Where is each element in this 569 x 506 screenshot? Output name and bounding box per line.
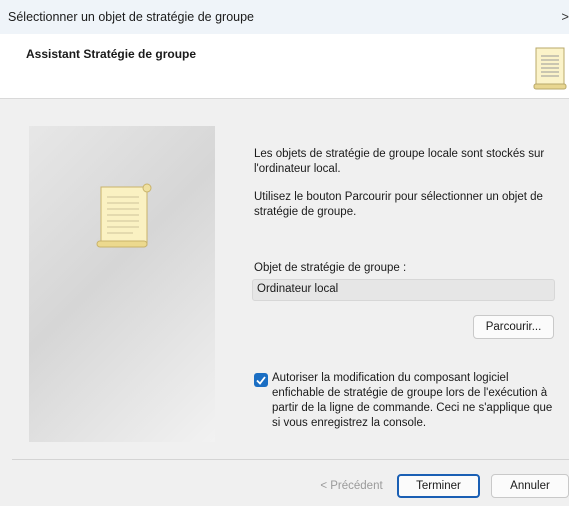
finish-button[interactable]: Terminer xyxy=(397,474,480,498)
wizard-header: Assistant Stratégie de groupe xyxy=(0,34,569,99)
gpo-field: Ordinateur local xyxy=(252,279,555,301)
checkmark-icon xyxy=(256,376,266,385)
wizard-title: Assistant Stratégie de groupe xyxy=(26,47,197,61)
cancel-button[interactable]: Annuler xyxy=(491,474,569,498)
info-browse-hint: Utilisez le bouton Parcourir pour sélect… xyxy=(254,191,543,218)
title-bar: Sélectionner un objet de stratégie de gr… xyxy=(0,0,569,34)
footer-separator xyxy=(12,459,569,460)
info-local-storage: Les objets de stratégie de groupe locale… xyxy=(254,148,545,175)
scroll-icon xyxy=(96,183,152,248)
scroll-document-icon xyxy=(533,47,567,90)
browse-button[interactable]: Parcourir... xyxy=(473,315,554,339)
allow-commandline-checkbox[interactable] xyxy=(254,373,268,387)
close-icon[interactable]: > xyxy=(561,9,569,24)
gpo-label: Objet de stratégie de groupe : xyxy=(254,262,407,274)
previous-button[interactable]: < Précédent xyxy=(310,474,393,498)
checkbox-label: Autoriser la modification du composant l… xyxy=(272,372,553,429)
window-title: Sélectionner un objet de stratégie de gr… xyxy=(8,10,255,24)
wizard-side-image xyxy=(29,126,215,442)
